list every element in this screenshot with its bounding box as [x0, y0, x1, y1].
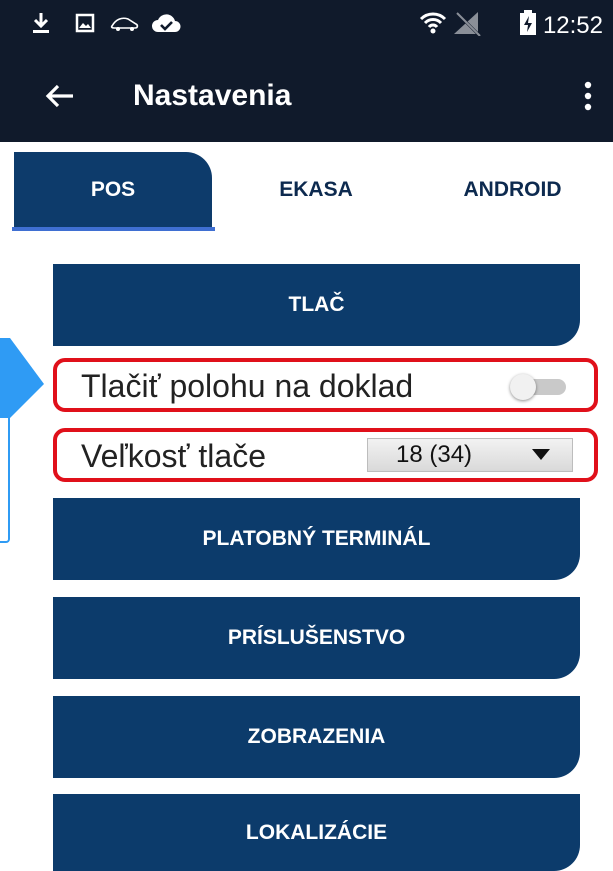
status-bar: 12:52	[0, 0, 613, 50]
print-size-select[interactable]: 18 (34)	[367, 438, 573, 472]
app-bar: Nastavenia	[0, 50, 613, 142]
image-icon	[74, 10, 96, 36]
status-time: 12:52	[542, 12, 603, 39]
overflow-menu-button[interactable]	[575, 74, 601, 118]
car-icon	[110, 10, 140, 36]
print-position-row: Tlačiť polohu na doklad	[53, 358, 598, 412]
lokalizacie-button[interactable]: LOKALIZÁCIE	[53, 794, 580, 871]
platobny-terminal-button[interactable]: PLATOBNÝ TERMINÁL	[53, 498, 580, 580]
battery-charging-icon	[517, 10, 539, 36]
tlac-button[interactable]: TLAČ	[53, 264, 580, 346]
no-signal-icon	[452, 10, 482, 36]
wifi-icon	[418, 10, 448, 36]
prislusenstvo-button[interactable]: PRÍSLUŠENSTVO	[53, 597, 580, 679]
dropdown-arrow-icon	[532, 449, 550, 460]
download-icon	[30, 10, 52, 36]
toggle-thumb	[510, 374, 536, 400]
cloud-check-icon	[150, 10, 182, 36]
more-vertical-icon	[584, 81, 592, 111]
print-position-label: Tlačiť polohu na doklad	[81, 368, 414, 404]
back-button[interactable]	[38, 74, 82, 118]
tab-ekasa[interactable]: EKASA	[222, 152, 410, 228]
print-size-label: Veľkosť tlače	[81, 438, 266, 474]
print-size-row: Veľkosť tlače 18 (34)	[53, 428, 598, 482]
arrow-left-icon	[45, 84, 73, 108]
tab-indicator	[12, 227, 215, 231]
tab-pos[interactable]: POS	[14, 152, 212, 228]
tab-bar: POS EKASA ANDROID	[0, 142, 613, 232]
callout-arrow-icon	[0, 338, 44, 418]
print-size-value: 18 (34)	[396, 441, 473, 468]
print-position-toggle[interactable]	[510, 374, 566, 400]
zobrazenia-button[interactable]: ZOBRAZENIA	[53, 696, 580, 778]
tab-android[interactable]: ANDROID	[420, 152, 605, 228]
page-title: Nastavenia	[133, 79, 292, 112]
